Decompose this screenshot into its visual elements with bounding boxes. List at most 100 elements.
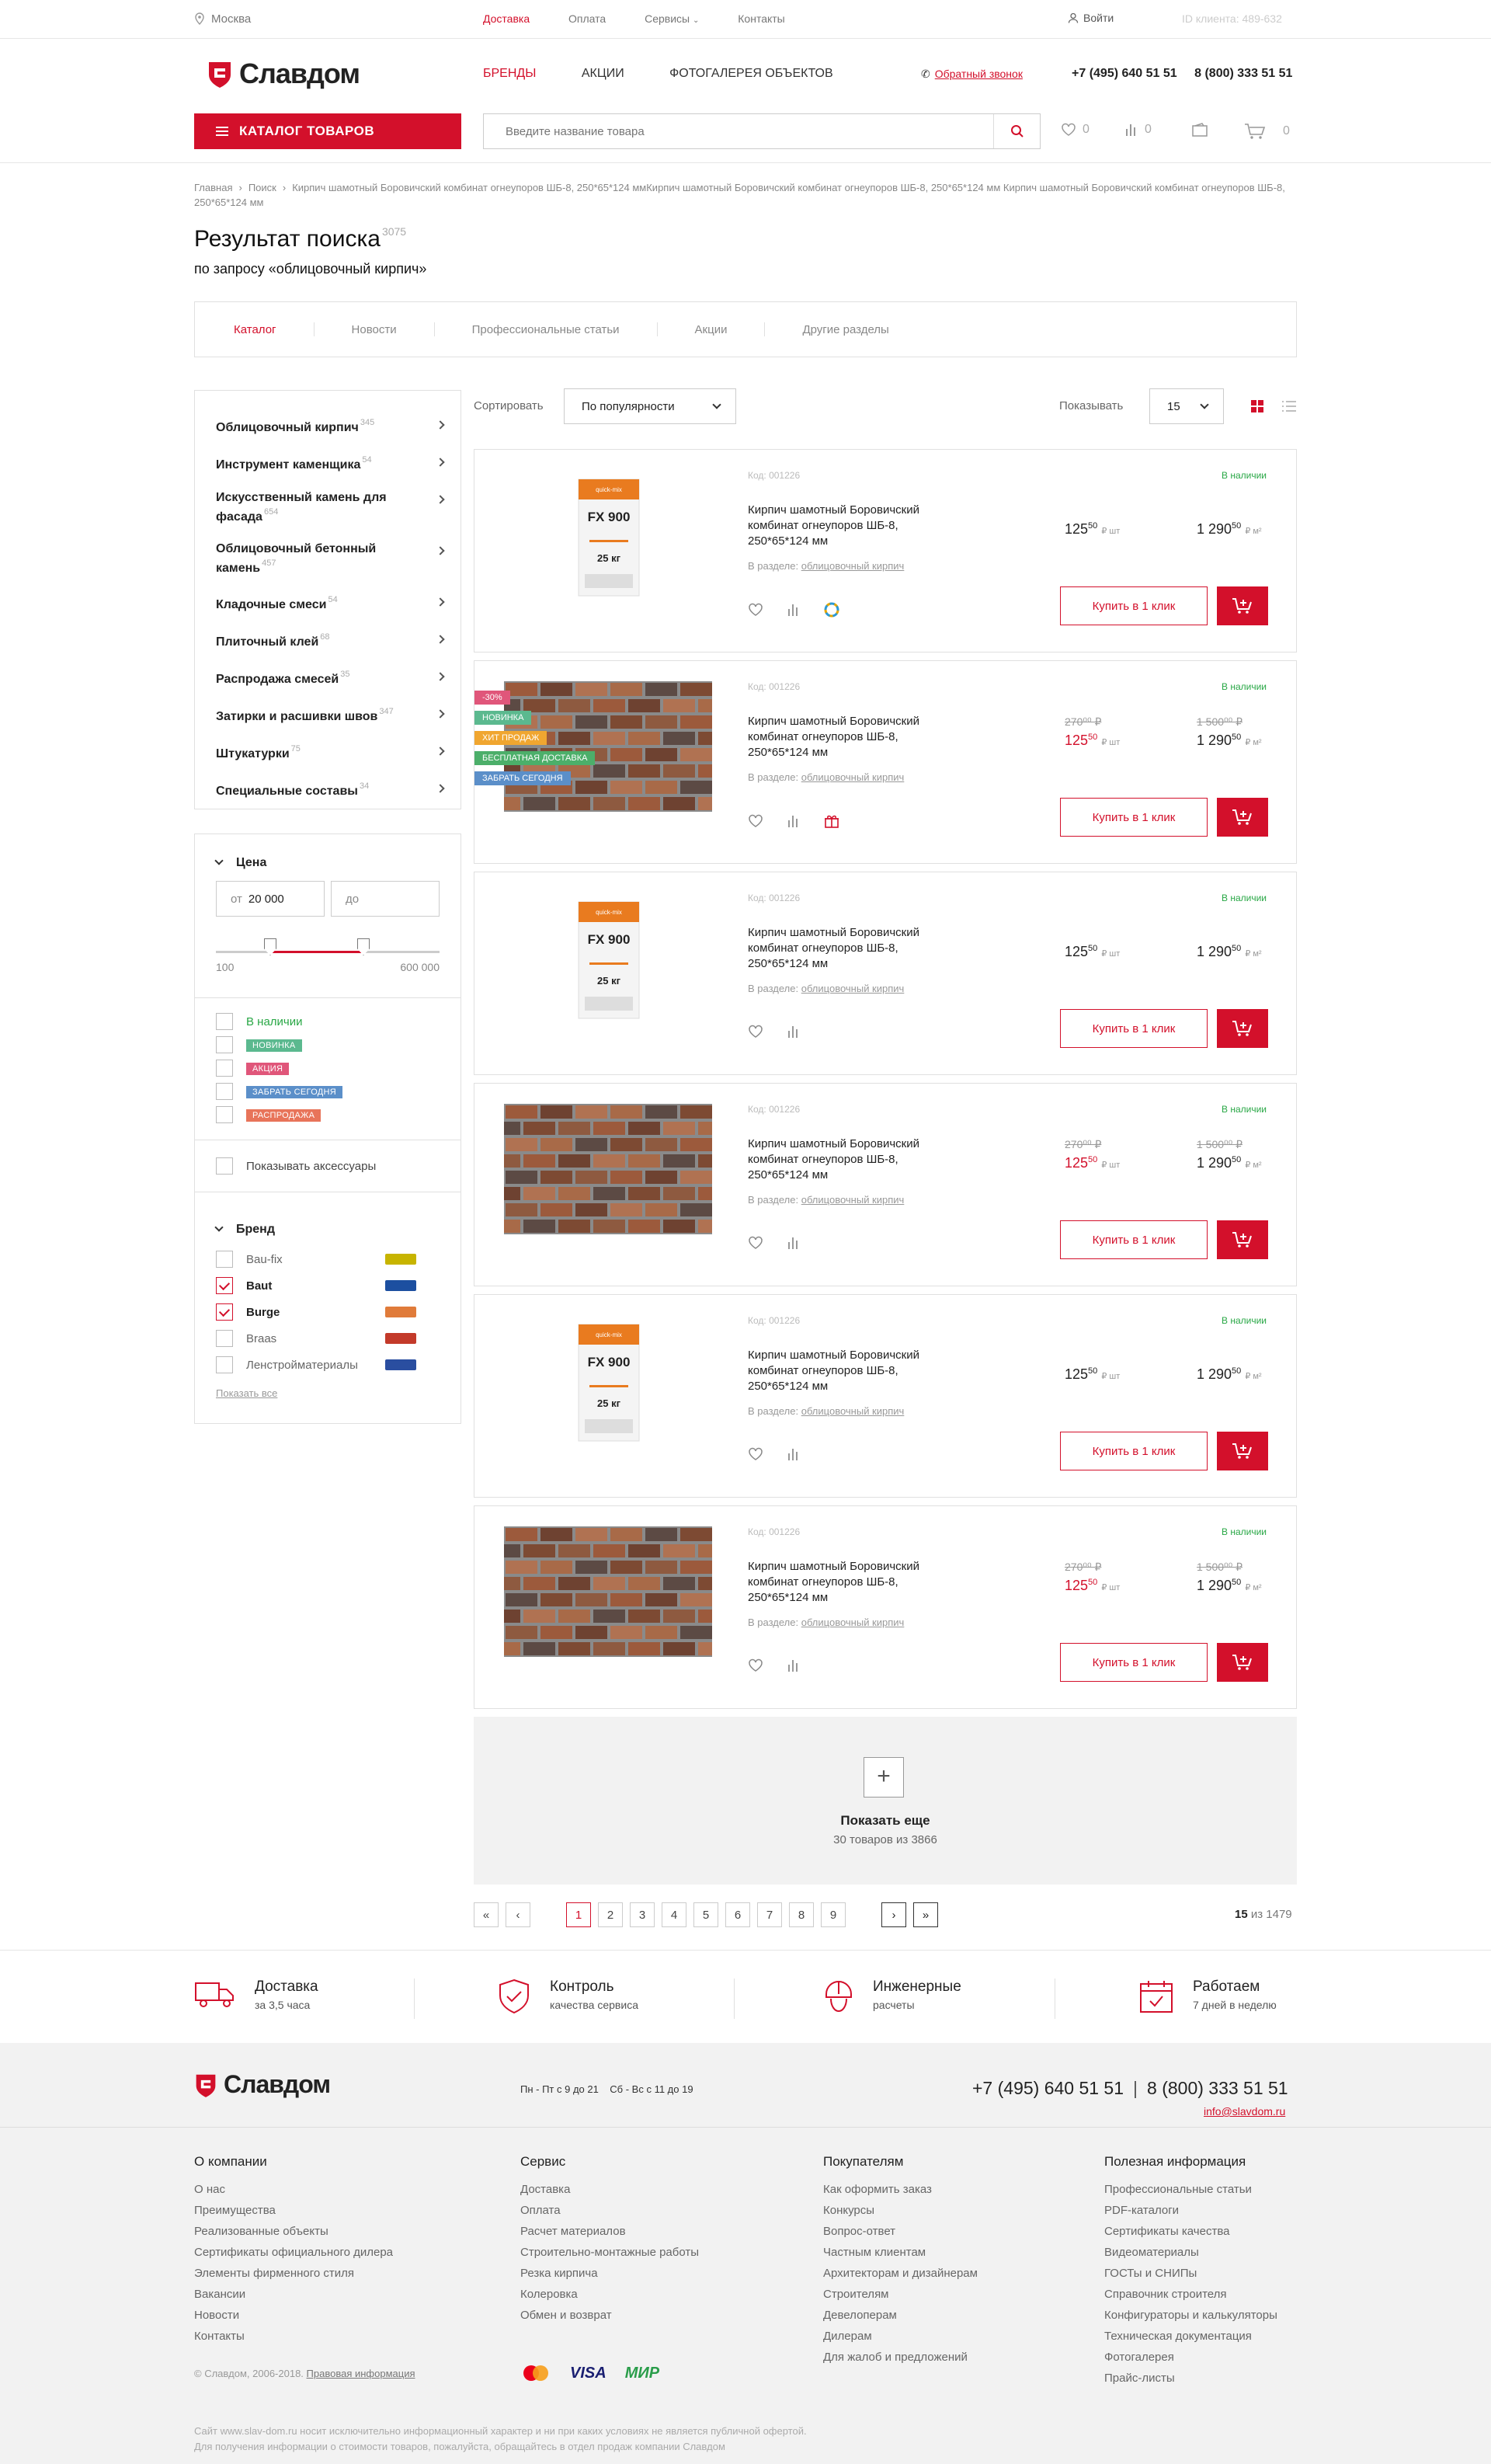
footer-link[interactable]: Расчет материалов [520,2221,699,2242]
product-name[interactable]: Кирпич шамотный Боровичский комбинат огн… [748,1559,958,1606]
product-image[interactable]: quick-mix FX 900 25 кг [504,893,712,1023]
checkbox-brand[interactable] [216,1251,233,1268]
product-name[interactable]: Кирпич шамотный Боровичский комбинат огн… [748,1136,958,1183]
footer-link[interactable]: Доставка [520,2179,699,2200]
list-view-button[interactable] [1281,399,1297,416]
footer-link[interactable]: Для жалоб и предложений [823,2347,978,2368]
page-button[interactable]: 6 [725,1902,750,1927]
compare-icon[interactable] [787,603,801,621]
add-to-cart-button[interactable] [1217,1220,1268,1259]
footer-link[interactable]: Резка кирпича [520,2263,699,2284]
grid-view-button[interactable] [1250,399,1264,416]
heart-icon[interactable] [748,603,763,621]
footer-link[interactable]: ГОСТы и СНИПы [1104,2263,1277,2284]
brand-filter-toggle[interactable]: Бренд [214,1223,275,1237]
breadcrumb-search[interactable]: Поиск [248,182,276,193]
price-slider[interactable] [216,938,440,955]
footer-link[interactable]: Вопрос-ответ [823,2221,978,2242]
checkbox-brand[interactable] [216,1356,233,1373]
footer-link[interactable]: Сертификаты качества [1104,2221,1277,2242]
add-to-cart-button[interactable] [1217,586,1268,625]
heart-icon[interactable] [748,1236,763,1254]
checkbox-clearance[interactable] [216,1106,233,1123]
checkbox-brand[interactable] [216,1277,233,1294]
tab-news[interactable]: Новости [352,323,397,336]
prev-page-button[interactable]: ‹ [506,1902,530,1927]
product-image[interactable] [488,1526,730,1657]
section-link[interactable]: облицовочный кирпич [801,1405,905,1417]
checkbox-pickup-today[interactable] [216,1083,233,1100]
compare-icon[interactable] [787,1236,801,1254]
category-item[interactable]: Штукатурки 75 [195,731,461,768]
cart-button[interactable]: 0 [1244,123,1290,140]
heart-icon[interactable] [748,1025,763,1042]
color-palette-icon[interactable] [824,602,839,621]
footer-link[interactable]: Конкурсы [823,2200,978,2221]
top-nav-payment[interactable]: Оплата [568,12,606,25]
show-all-brands-link[interactable]: Показать все [216,1387,277,1399]
price-to-field[interactable]: до [331,881,440,917]
product-image[interactable] [488,681,730,812]
page-button[interactable]: 9 [821,1902,846,1927]
section-link[interactable]: облицовочный кирпич [801,771,905,783]
section-link[interactable]: облицовочный кирпич [801,1617,905,1628]
page-button[interactable]: 3 [630,1902,655,1927]
catalog-button[interactable]: КАТАЛОГ ТОВАРОВ [194,113,461,149]
page-button[interactable]: 1 [566,1902,591,1927]
footer-logo[interactable]: Славдом [194,2070,331,2099]
category-item[interactable]: Облицовочный кирпич 345 [195,405,461,442]
favorites-button[interactable]: 0 [1061,123,1090,137]
footer-link[interactable]: Девелоперам [823,2305,978,2326]
category-item[interactable]: Специальные составы 34 [195,768,461,806]
checkbox-in-stock[interactable] [216,1013,233,1030]
price-filter-toggle[interactable]: Цена [214,856,266,870]
footer-link[interactable]: Фотогалерея [1104,2347,1277,2368]
footer-link[interactable]: Как оформить заказ [823,2179,978,2200]
category-item[interactable]: Облицовочный бетонный камень 457 [195,531,461,582]
category-item[interactable]: Распродажа смесей 35 [195,656,461,694]
category-item[interactable]: Плиточный клей 68 [195,619,461,656]
footer-link[interactable]: Реализованные объекты [194,2221,393,2242]
wallet-button[interactable] [1191,123,1208,137]
tab-catalog[interactable]: Каталог [234,323,276,336]
buy-one-click-button[interactable]: Купить в 1 клик [1060,798,1208,837]
gift-icon[interactable] [824,813,839,833]
checkbox-new[interactable] [216,1036,233,1053]
last-page-button[interactable]: » [913,1902,938,1927]
show-more-button[interactable]: + Показать еще 30 товаров из 3866 [474,1717,1297,1885]
heart-icon[interactable] [748,1447,763,1465]
product-name[interactable]: Кирпич шамотный Боровичский комбинат огн… [748,503,958,549]
footer-link[interactable]: PDF-каталоги [1104,2200,1277,2221]
footer-link[interactable]: Обмен и возврат [520,2305,699,2326]
footer-link[interactable]: Прайс-листы [1104,2368,1277,2389]
callback-link[interactable]: ✆ Обратный звонок [921,68,1023,81]
first-page-button[interactable]: « [474,1902,499,1927]
category-item[interactable]: Затирки и расшивки швов 347 [195,694,461,731]
top-nav-services[interactable]: Сервисы ⌄ [645,12,699,25]
add-to-cart-button[interactable] [1217,798,1268,837]
per-page-select[interactable]: 15 [1149,388,1224,424]
buy-one-click-button[interactable]: Купить в 1 клик [1060,586,1208,625]
footer-link[interactable]: Строителям [823,2284,978,2305]
sort-select[interactable]: По популярности [564,388,736,424]
checkbox-brand[interactable] [216,1330,233,1347]
top-nav-delivery[interactable]: Доставка [483,12,530,25]
city-selector[interactable]: Москва [194,12,251,26]
breadcrumb-home[interactable]: Главная [194,182,232,193]
search-button[interactable] [993,114,1040,148]
compare-button[interactable]: 0 [1124,123,1152,137]
buy-one-click-button[interactable]: Купить в 1 клик [1060,1643,1208,1682]
footer-link[interactable]: Профессиональные статьи [1104,2179,1277,2200]
footer-link[interactable]: Техническая документация [1104,2326,1277,2347]
footer-link[interactable]: Частным клиентам [823,2242,978,2263]
footer-phone-2[interactable]: 8 (800) 333 51 51 [1147,2078,1288,2098]
footer-link[interactable]: Вакансии [194,2284,393,2305]
footer-link[interactable]: О нас [194,2179,393,2200]
buy-one-click-button[interactable]: Купить в 1 клик [1060,1432,1208,1470]
checkbox-accessories[interactable] [216,1157,233,1175]
footer-phone-1[interactable]: +7 (495) 640 51 51 [972,2078,1124,2098]
category-item[interactable]: Искусственный камень для фасада 654 [195,479,461,531]
page-button[interactable]: 7 [757,1902,782,1927]
tab-promos[interactable]: Акции [695,323,728,336]
heart-icon[interactable] [748,814,763,832]
